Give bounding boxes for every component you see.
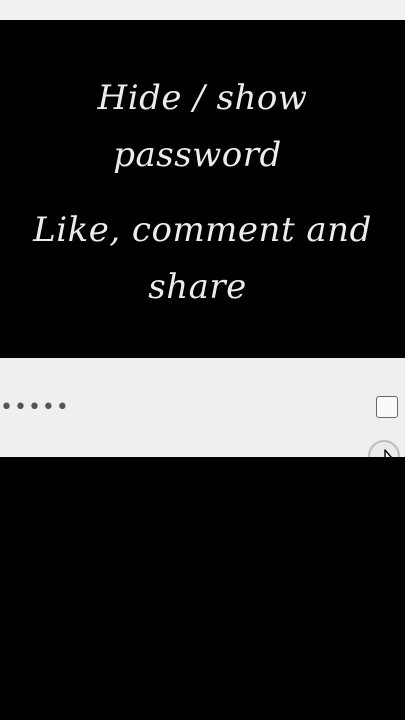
password-demo-panel: ••••• <box>0 358 405 457</box>
password-field[interactable]: ••••• <box>0 388 340 428</box>
caption-line-4: share <box>148 267 247 307</box>
caption-line-2: password <box>113 135 282 175</box>
top-strip <box>0 0 405 20</box>
show-password-checkbox[interactable] <box>376 396 398 418</box>
video-caption: Hide / show password Like, comment and s… <box>0 20 405 358</box>
caption-line-3: Like, comment and <box>33 210 372 250</box>
caption-line-1: Hide / show <box>97 78 308 118</box>
bottom-black-area <box>0 457 405 720</box>
